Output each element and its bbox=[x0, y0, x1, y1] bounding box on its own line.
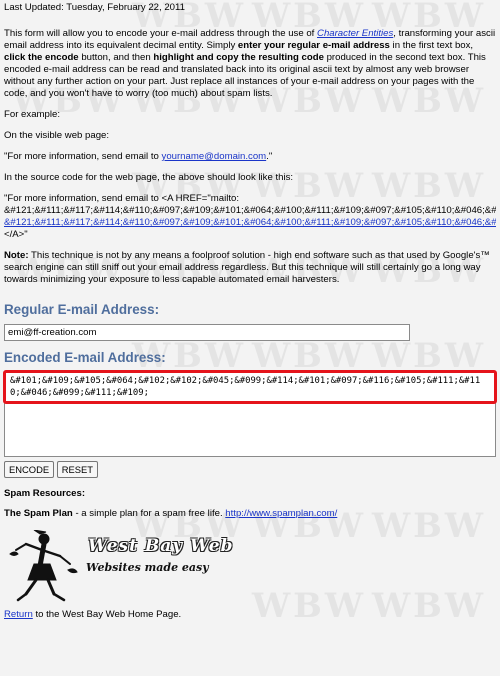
note-paragraph: Note: This technique is not by any means… bbox=[4, 250, 496, 286]
dancing-figure-icon bbox=[9, 530, 78, 602]
source-line: </A>" bbox=[4, 229, 28, 240]
source-line: "For more information, send email to <A … bbox=[4, 193, 240, 204]
intro-bold: enter your regular e-mail address bbox=[237, 40, 390, 51]
source-example: "For more information, send email to <A … bbox=[4, 193, 496, 241]
for-example-label: For example: bbox=[4, 109, 60, 120]
page-content: Last Updated: Tuesday, February 22, 2011… bbox=[0, 0, 500, 621]
button-row: ENCODE RESET bbox=[4, 461, 496, 478]
reset-button[interactable]: RESET bbox=[56, 461, 99, 478]
intro-bold: click the encode bbox=[4, 52, 79, 63]
return-link[interactable]: Return bbox=[4, 609, 33, 620]
intro-text: button, and then bbox=[78, 52, 154, 63]
example-email-link[interactable]: yourname@domain.com bbox=[162, 151, 267, 162]
regular-email-heading: Regular E-mail Address: bbox=[4, 302, 160, 317]
encoded-email-textarea[interactable]: &#101;&#109;&#105;&#064;&#102;&#102;&#04… bbox=[3, 370, 497, 457]
note-label: Note: bbox=[4, 250, 29, 261]
encoded-email-heading: Encoded E-mail Address: bbox=[4, 350, 166, 365]
character-entities-link[interactable]: Character Entities bbox=[317, 28, 393, 39]
intro-text: in the first text box, bbox=[389, 40, 474, 51]
intro-text: This form will allow you to encode your … bbox=[4, 28, 318, 39]
example-text: "For more information, send email to bbox=[4, 151, 162, 162]
note-text: This technique is not by any means a foo… bbox=[4, 250, 490, 285]
last-updated: Last Updated: Tuesday, February 22, 2011 bbox=[4, 2, 185, 13]
highlight-box bbox=[3, 370, 497, 404]
spam-plan-title: The Spam Plan bbox=[4, 508, 73, 519]
spam-resources-heading: Spam Resources: bbox=[4, 488, 86, 499]
spam-plan-desc: - a simple plan for a spam free life. bbox=[72, 508, 226, 519]
spam-plan-line: The Spam Plan - a simple plan for a spam… bbox=[4, 508, 496, 520]
encoded-example-link[interactable]: &#121;&#111;&#117;&#114;&#110;&#097;&#10… bbox=[4, 217, 496, 228]
visible-page-label: On the visible web page: bbox=[4, 130, 110, 141]
footer-text: to the West Bay Web Home Page. bbox=[32, 609, 182, 620]
logo: West Bay Web Websites made easy bbox=[4, 530, 496, 605]
intro-bold: highlight and copy the resulting code bbox=[153, 52, 324, 63]
source-line: &#121;&#111;&#117;&#114;&#110;&#097;&#10… bbox=[4, 217, 496, 229]
source-line: &#121;&#111;&#117;&#114;&#110;&#097;&#10… bbox=[4, 205, 496, 216]
logo-tagline: Websites made easy bbox=[86, 561, 209, 574]
spamplan-link[interactable]: http://www.spamplan.com/ bbox=[225, 508, 337, 519]
logo-name: West Bay Web bbox=[88, 536, 234, 556]
encode-button[interactable]: ENCODE bbox=[4, 461, 55, 478]
footer: Return to the West Bay Web Home Page. bbox=[4, 609, 496, 621]
regular-email-input[interactable] bbox=[4, 324, 410, 341]
intro-paragraph: This form will allow you to encode your … bbox=[4, 28, 496, 100]
visible-example: "For more information, send email to you… bbox=[4, 151, 496, 163]
example-text: ." bbox=[266, 151, 273, 162]
source-intro: In the source code for the web page, the… bbox=[4, 172, 294, 183]
